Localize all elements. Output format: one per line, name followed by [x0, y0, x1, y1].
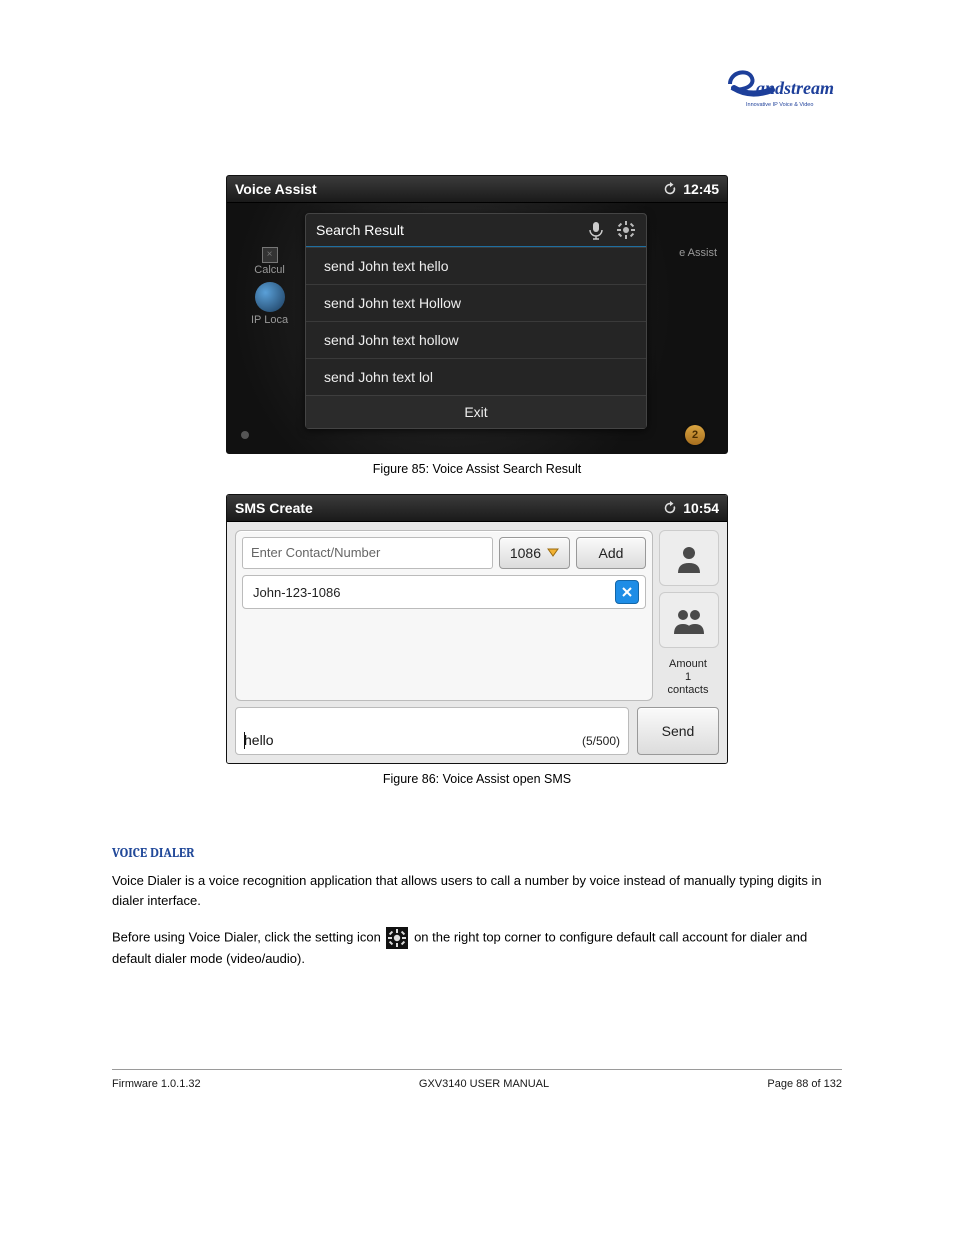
figure-caption-2: Figure 86: Voice Assist open SMS	[112, 772, 842, 786]
bg-label-iploc: IP Loca	[251, 314, 288, 326]
sms-create-screenshot: SMS Create 10:54 Enter Contact/Number 10…	[226, 494, 728, 764]
single-contact-button[interactable]	[659, 530, 719, 586]
footer-left: Firmware 1.0.1.32	[112, 1078, 201, 1090]
refresh-icon	[663, 182, 677, 196]
exit-button[interactable]: Exit	[306, 395, 646, 428]
logo-tag: Innovative IP Voice & Video	[746, 102, 813, 108]
indicator-dot	[241, 431, 249, 439]
close-icon: ×	[262, 247, 278, 263]
footer-right: Page 88 of 132	[767, 1078, 842, 1090]
search-result-panel: Search Result send John text hello send …	[305, 213, 647, 429]
send-button[interactable]: Send	[637, 707, 719, 755]
close-icon	[621, 586, 633, 598]
account-select[interactable]: 1086	[499, 537, 570, 569]
amount-info: Amount 1 contacts	[659, 654, 717, 701]
status-bar: Voice Assist 12:45	[227, 176, 727, 203]
figure-caption-1: Figure 85: Voice Assist Search Result	[112, 462, 842, 476]
chevron-down-icon	[547, 548, 559, 558]
app-title: Voice Assist	[235, 181, 317, 197]
recipient-label: John-123-1086	[253, 585, 340, 600]
recipient-chip: John-123-1086	[242, 575, 646, 609]
result-item[interactable]: send John text hello	[306, 247, 646, 284]
gear-icon	[386, 927, 408, 949]
add-button[interactable]: Add	[576, 537, 646, 569]
mic-icon[interactable]	[586, 220, 606, 240]
message-input[interactable]: hello (5/500)	[235, 707, 629, 755]
globe-icon	[255, 282, 285, 312]
group-icon	[672, 606, 706, 634]
footer-center: GXV3140 USER MANUAL	[419, 1078, 549, 1090]
gear-icon[interactable]	[616, 220, 636, 240]
char-counter: (5/500)	[582, 734, 620, 748]
bg-label-eassist: e Assist	[679, 247, 717, 259]
refresh-icon	[663, 501, 677, 515]
brand-logo: andstream Innovative IP Voice & Video	[722, 62, 842, 117]
app-title: SMS Create	[235, 500, 313, 516]
group-contact-button[interactable]	[659, 592, 719, 648]
remove-recipient-button[interactable]	[615, 580, 639, 604]
voice-assist-screenshot: Voice Assist 12:45 × Calcul IP Loca e As…	[226, 175, 728, 454]
notification-badge: 2	[685, 425, 705, 445]
page-footer: Firmware 1.0.1.32 GXV3140 USER MANUAL Pa…	[112, 1069, 842, 1090]
logo-text: andstream	[756, 78, 834, 98]
contact-input[interactable]: Enter Contact/Number	[242, 537, 493, 569]
section-heading: VOICE DIALER	[112, 846, 842, 861]
result-item[interactable]: send John text hollow	[306, 321, 646, 358]
clock: 10:54	[683, 500, 719, 516]
body-paragraph: Before using Voice Dialer, click the set…	[112, 927, 842, 969]
bg-label-calc: Calcul	[251, 264, 288, 276]
result-item[interactable]: send John text Hollow	[306, 284, 646, 321]
status-bar: SMS Create 10:54	[227, 495, 727, 522]
panel-title: Search Result	[316, 222, 404, 238]
result-item[interactable]: send John text lol	[306, 358, 646, 395]
clock: 12:45	[683, 181, 719, 197]
body-paragraph: Voice Dialer is a voice recognition appl…	[112, 871, 842, 911]
person-icon	[674, 543, 704, 573]
